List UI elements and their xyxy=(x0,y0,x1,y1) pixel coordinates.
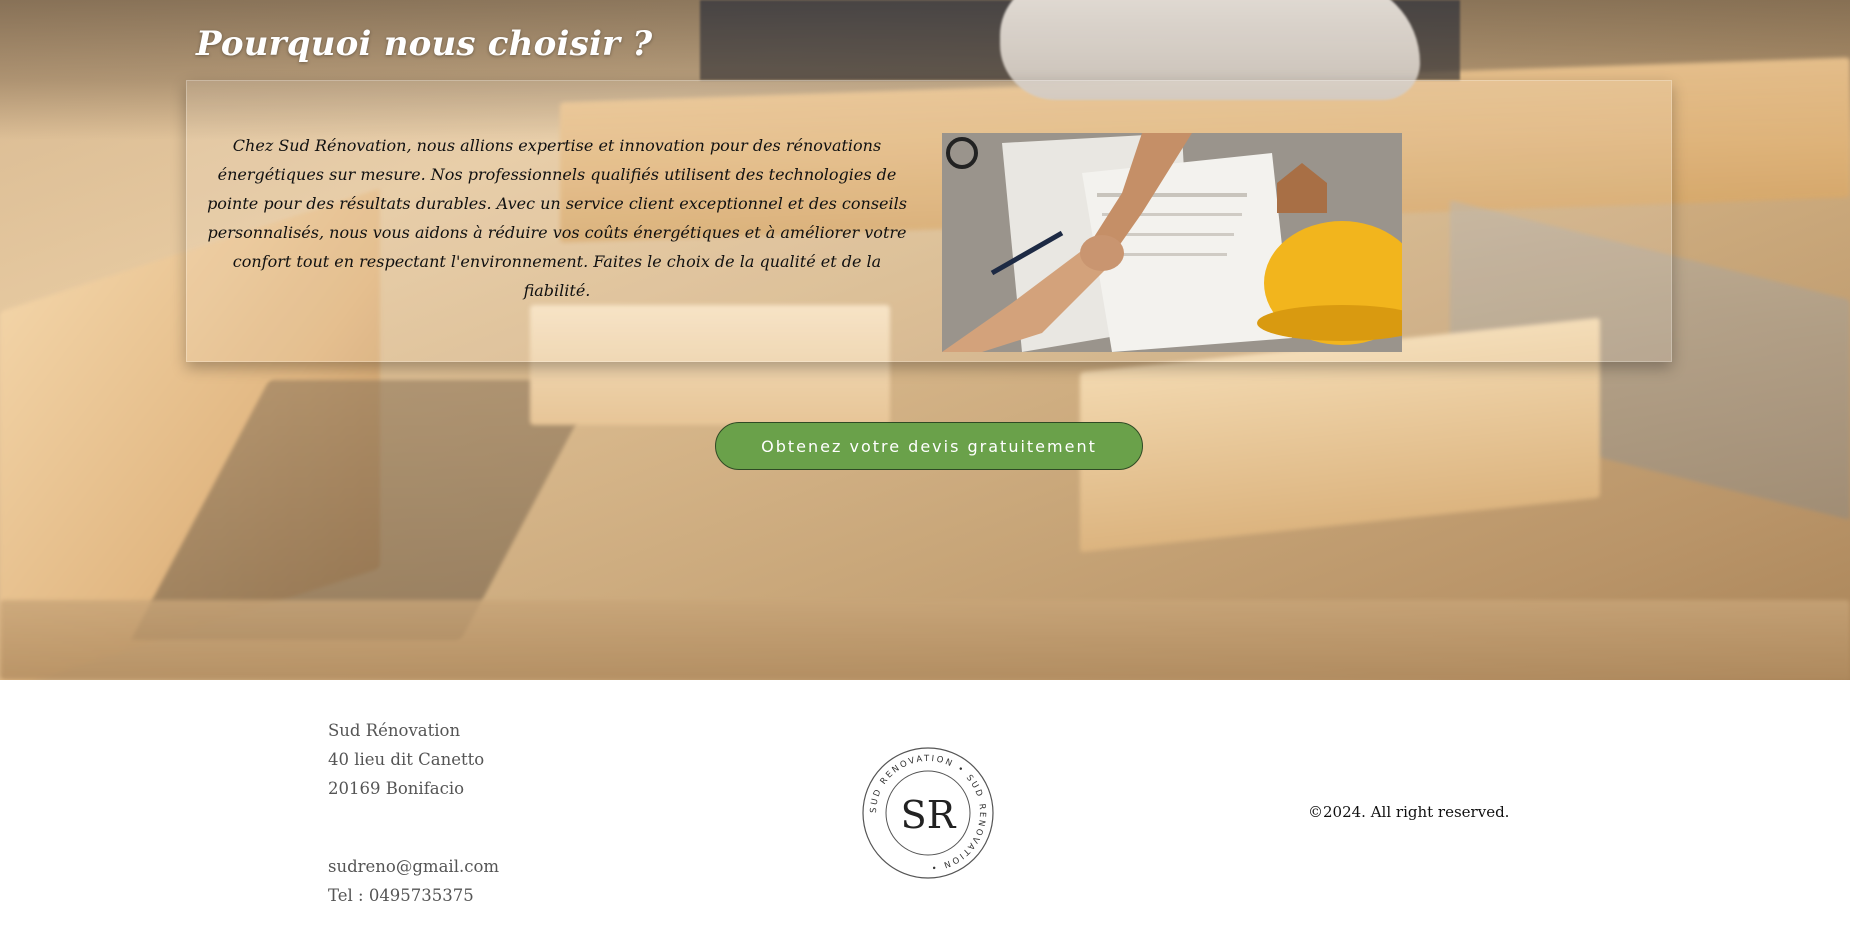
street-address: 40 lieu dit Canetto xyxy=(328,750,485,769)
phone-number: Tel : 0495735375 xyxy=(328,886,474,905)
email-link[interactable]: sudreno@gmail.com xyxy=(328,852,499,881)
city-address: 20169 Bonifacio xyxy=(328,779,465,798)
footer-contact: sudreno@gmail.com Tel : 0495735375 xyxy=(328,852,499,910)
footer-address: Sud Rénovation 40 lieu dit Canetto 20169… xyxy=(328,716,484,803)
hero-section: Pourquoi nous choisir ? Chez Sud Rénovat… xyxy=(0,0,1850,680)
company-name: Sud Rénovation xyxy=(328,721,461,740)
card-description: Chez Sud Rénovation, nous allions expert… xyxy=(207,136,907,300)
section-title: Pourquoi nous choisir ? xyxy=(196,24,653,64)
logo-monogram: SR xyxy=(901,793,957,837)
free-quote-button[interactable]: Obtenez votre devis gratuitement xyxy=(715,422,1143,470)
footer: Sud Rénovation 40 lieu dit Canetto 20169… xyxy=(0,680,1850,940)
company-logo: SUD RENOVATION • SUD RENOVATION • SR xyxy=(861,746,995,880)
copyright-text: ©2024. All right reserved. xyxy=(1308,803,1510,821)
why-choose-us-card: Chez Sud Rénovation, nous allions expert… xyxy=(186,80,1672,362)
wood-plank-bg xyxy=(0,600,1850,680)
handshake-photo xyxy=(942,133,1402,352)
